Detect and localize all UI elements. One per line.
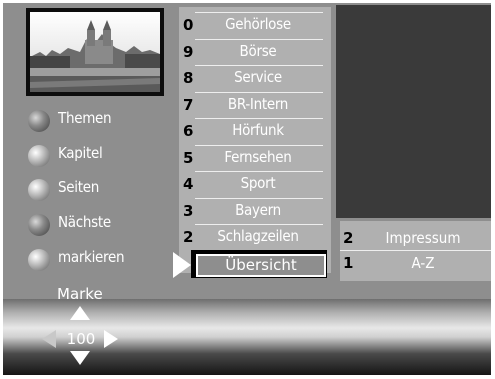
menu-label: Seiten bbox=[58, 178, 99, 196]
list-item-number: 3 bbox=[183, 201, 194, 220]
divider bbox=[195, 118, 323, 119]
list-item-number: 8 bbox=[183, 69, 194, 87]
list-item-label: Service bbox=[234, 68, 282, 86]
list-item-number: 7 bbox=[183, 95, 194, 114]
list-item[interactable]: 5 Fernsehen bbox=[179, 144, 331, 171]
list-item[interactable]: 8 Service bbox=[179, 64, 331, 91]
list-item[interactable]: 4 Sport bbox=[179, 170, 331, 197]
teletext-screen: Themen Kapitel Seiten Nächste markieren … bbox=[0, 0, 495, 379]
green-button-icon bbox=[28, 145, 50, 167]
menu-label: markieren bbox=[58, 248, 125, 266]
divider bbox=[195, 197, 323, 199]
selected-item-label: Übersicht bbox=[225, 256, 297, 274]
list-item-label: Gehörlose bbox=[225, 15, 291, 33]
divider bbox=[195, 12, 323, 13]
red-button-icon bbox=[28, 110, 50, 132]
list-item-number: 5 bbox=[183, 148, 194, 167]
arrow-right-icon[interactable] bbox=[104, 330, 118, 348]
city-photo-image bbox=[30, 12, 160, 92]
list-item-label: Hörfunk bbox=[232, 121, 284, 139]
list-item[interactable]: 2 Schlagzeilen bbox=[179, 223, 331, 250]
list-item-number: 4 bbox=[183, 175, 194, 193]
submenu-item-number: 2 bbox=[343, 229, 354, 247]
submenu-item-label: A-Z bbox=[411, 254, 435, 272]
selection-arrow-icon bbox=[173, 252, 191, 278]
submenu-item-number: 1 bbox=[343, 254, 354, 272]
divider bbox=[195, 144, 323, 146]
list-item-number: 2 bbox=[183, 228, 194, 246]
list-item-label: Sport bbox=[240, 174, 276, 192]
list-item-label: Fernsehen bbox=[224, 147, 292, 166]
list-item-label: BR-Intern bbox=[227, 94, 289, 113]
list-item[interactable]: 7 BR-Intern bbox=[179, 91, 331, 118]
divider bbox=[195, 38, 323, 40]
yellow-button-icon bbox=[28, 179, 50, 201]
list-item-label: Bayern bbox=[235, 200, 281, 219]
divider bbox=[195, 171, 323, 172]
list-item-label: Börse bbox=[239, 41, 277, 60]
blue-button-icon bbox=[28, 214, 50, 236]
arrow-up-icon[interactable] bbox=[70, 306, 90, 320]
selected-list-item[interactable]: Übersicht bbox=[191, 250, 327, 278]
submenu-item[interactable]: 1 A-Z bbox=[340, 253, 491, 275]
submenu-item[interactable]: 2 Impressum bbox=[340, 227, 491, 249]
divider bbox=[340, 250, 491, 251]
divider bbox=[195, 91, 323, 93]
page-number[interactable]: 100 bbox=[66, 330, 96, 348]
divider bbox=[195, 65, 323, 66]
preview-thumbnail bbox=[26, 8, 164, 96]
list-item-label: Schlagzeilen bbox=[217, 227, 299, 245]
menu-label: Nächste bbox=[58, 213, 111, 231]
arrow-left-icon[interactable] bbox=[42, 330, 56, 348]
list-item[interactable]: 0 Gehörlose bbox=[179, 11, 331, 38]
arrow-down-icon[interactable] bbox=[70, 351, 90, 365]
category-list: 0 Gehörlose 9 Börse 8 Service 7 BR-Inter… bbox=[179, 7, 331, 273]
selection-frame: Übersicht bbox=[196, 254, 326, 277]
white-button-icon bbox=[28, 249, 50, 271]
list-item[interactable]: 6 Hörfunk bbox=[179, 117, 331, 144]
menu-label: Kapitel bbox=[58, 144, 103, 162]
list-item[interactable]: 3 Bayern bbox=[179, 197, 331, 224]
menu-label: Themen bbox=[58, 109, 112, 127]
submenu-list: 2 Impressum 1 A-Z bbox=[340, 221, 491, 281]
list-item-number: 9 bbox=[183, 42, 194, 61]
submenu-item-label: Impressum bbox=[385, 229, 461, 247]
divider bbox=[195, 224, 323, 225]
list-item-number: 0 bbox=[183, 16, 194, 34]
list-item[interactable]: 9 Börse bbox=[179, 38, 331, 65]
page-preview-area bbox=[336, 5, 491, 218]
list-item-number: 6 bbox=[183, 122, 194, 140]
